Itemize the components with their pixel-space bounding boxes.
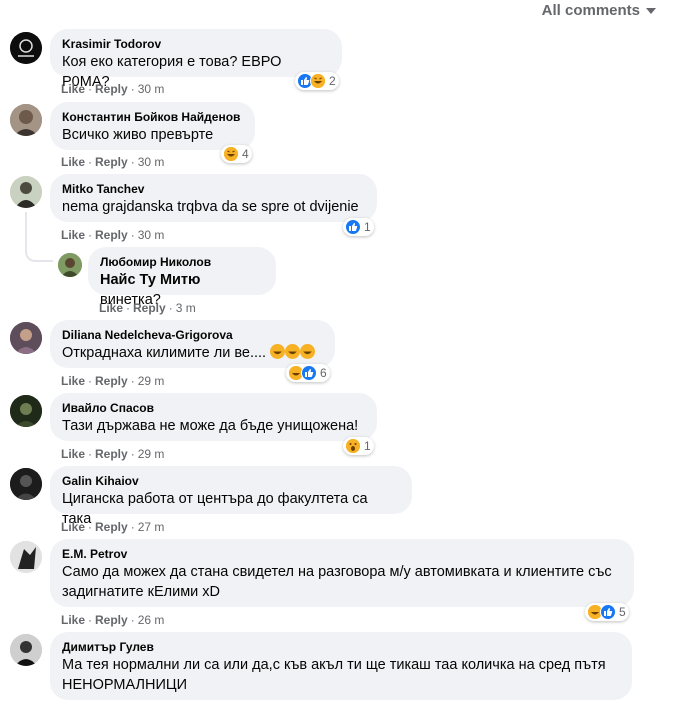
comment-actions: Like · Reply · 29 m [61,374,165,388]
reply-button[interactable]: Reply [95,228,128,242]
avatar[interactable] [10,634,42,666]
like-button[interactable]: Like [61,447,85,461]
avatar[interactable] [58,253,82,277]
comment-author[interactable]: Mitko Tanchev [62,181,365,197]
reply-button[interactable]: Reply [95,155,128,169]
reply-button[interactable]: Reply [95,82,128,96]
all-comments-filter[interactable]: All comments [542,0,656,20]
like-reaction-icon [301,365,317,381]
comment-author[interactable]: Константин Бойков Найденов [62,109,243,125]
comment-text: Тази държава не може да бъде унищожена! [62,418,359,434]
avatar[interactable] [10,176,42,208]
reaction-summary[interactable]: 1 [343,437,374,455]
comment-time[interactable]: 27 m [138,520,165,534]
comment-text: nema grajdanska trqbva da se spre ot dvi… [62,199,359,215]
comment-bubble: Ивайло Спасов Тази държава не може да бъ… [50,393,377,441]
comment-bubble: E.M. Petrov Само да можех да стана свиде… [50,539,634,607]
reaction-count: 1 [364,439,371,453]
comment-text-line1: Ма тея нормални ли са или да,с къв акъл … [62,657,606,673]
like-reaction-icon [345,219,361,235]
comment-time[interactable]: 3 m [176,301,196,315]
reply-button[interactable]: Reply [95,447,128,461]
thread-connector [25,244,53,262]
reaction-count: 4 [242,147,249,161]
comment-bubble: Krasimir Todorov Коя еко категория е тов… [50,29,342,90]
comment-author[interactable]: E.M. Petrov [62,546,622,562]
comment-bubble: Димитър Гулев Ма тея нормални ли са или … [50,632,632,700]
comment-bubble: Diliana Nedelcheva-Grigorova Откраднаха … [50,320,335,368]
comment-author[interactable]: Diliana Nedelcheva-Grigorova [62,327,323,343]
comment-text-line2: НЕНОРМАЛНИЦИ [62,677,188,693]
reaction-summary[interactable]: 6 [286,364,330,382]
like-button[interactable]: Like [61,82,85,96]
chevron-down-icon [646,8,656,14]
comment-bubble: Mitko Tanchev nema grajdanska trqbva da … [50,174,377,222]
thread-line [25,212,27,248]
all-comments-label: All comments [541,1,640,19]
comment-bubble: Константин Бойков Найденов Всичко живо п… [50,102,255,150]
comment-text-body: Откраднаха килимите ли ве.... [62,345,267,361]
reply-button[interactable]: Reply [95,374,128,388]
comment-text-line2: задигнатите кЕлими xD [62,584,221,600]
comment-time[interactable]: 29 m [138,447,165,461]
haha-reaction-icon [223,146,239,162]
haha-emoji-icon [270,344,286,359]
comment-actions: Like · Reply · 27 m [61,520,165,534]
haha-reaction-icon [310,73,326,89]
avatar[interactable] [10,541,42,573]
comment-actions: Like · Reply · 3 m [99,301,196,315]
reaction-summary[interactable]: 2 [295,72,339,90]
avatar[interactable] [10,104,42,136]
reply-button[interactable]: Reply [95,613,128,627]
mention-link[interactable]: Найс Ту Митю [100,272,200,288]
comment-author[interactable]: Galin Kihaiov [62,473,400,489]
like-button[interactable]: Like [61,520,85,534]
comment-bubble: Galin Kihaiov Циганска работа от центъра… [50,466,412,527]
like-button[interactable]: Like [61,228,85,242]
reaction-summary[interactable]: 4 [221,145,252,163]
comment-actions: Like · Reply · 30 m [61,155,165,169]
like-button[interactable]: Like [61,374,85,388]
haha-emoji-icon [300,344,316,359]
reaction-count: 5 [619,605,626,619]
comment-time[interactable]: 30 m [138,228,165,242]
avatar[interactable] [10,468,42,500]
reaction-summary[interactable]: 1 [343,218,374,236]
comment-time[interactable]: 26 m [138,613,165,627]
comment-time[interactable]: 29 m [138,374,165,388]
comment-actions: Like · Reply · 30 m [61,228,165,242]
like-reaction-icon [600,604,616,620]
haha-emoji-icon [285,344,301,359]
like-button[interactable]: Like [61,155,85,169]
comment-time[interactable]: 30 m [138,155,165,169]
reaction-count: 6 [320,366,327,380]
comment-author[interactable]: Ивайло Спасов [62,400,365,416]
comment-bubble: Любомир Николов Найс Ту Митю винетка? [88,247,276,308]
reaction-count: 1 [364,220,371,234]
reaction-count: 2 [329,74,336,88]
comment-actions: Like · Reply · 30 m [61,82,165,96]
avatar[interactable] [10,32,42,64]
comment-actions: Like · Reply · 29 m [61,447,165,461]
reply-button[interactable]: Reply [133,301,166,315]
comment-author[interactable]: Krasimir Todorov [62,36,330,52]
wow-reaction-icon [345,438,361,454]
like-button[interactable]: Like [61,613,85,627]
reaction-summary[interactable]: 5 [585,603,629,621]
like-button[interactable]: Like [99,301,123,315]
comment-author[interactable]: Димитър Гулев [62,639,620,655]
comment-text: Откраднаха килимите ли ве.... [62,343,323,363]
comment-text: Всичко живо превърте [62,127,214,143]
avatar[interactable] [10,322,42,354]
comment-actions: Like · Reply · 26 m [61,613,165,627]
comment-time[interactable]: 30 m [138,82,165,96]
avatar[interactable] [10,395,42,427]
comment-text-line1: Само да можех да стана свидетел на разго… [62,564,612,580]
comment-author[interactable]: Любомир Николов [100,254,264,270]
reply-button[interactable]: Reply [95,520,128,534]
